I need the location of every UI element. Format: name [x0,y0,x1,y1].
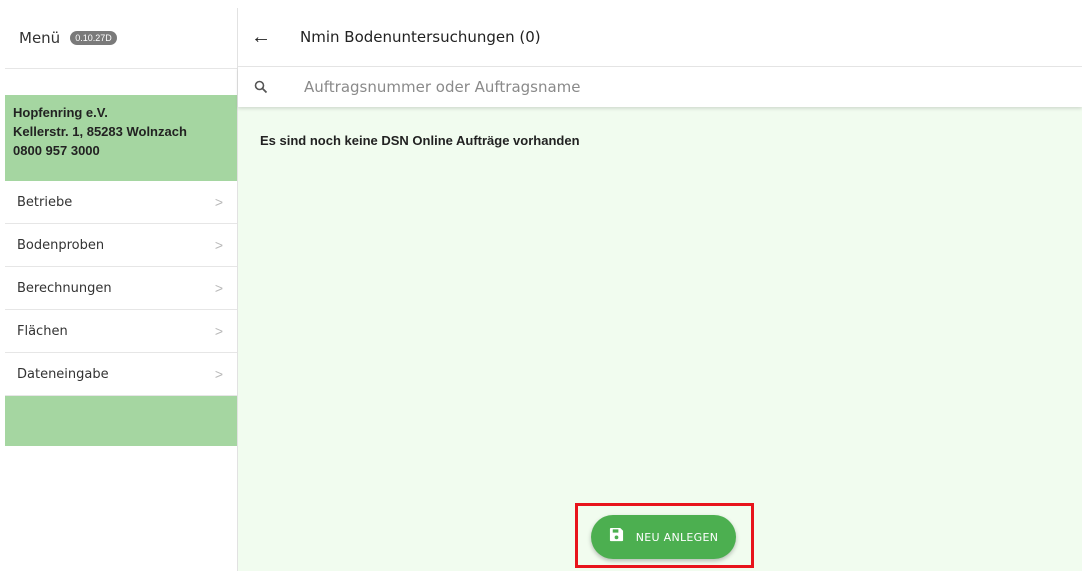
search-input[interactable] [302,77,906,97]
chevron-right-icon: > [214,237,223,253]
chevron-right-icon: > [214,280,223,296]
chevron-right-icon: > [214,194,223,210]
top-bar: ← Nmin Bodenuntersuchungen (0) [238,8,1082,67]
new-create-button[interactable]: NEU ANLEGEN [591,515,736,559]
sidebar-item-label: Berechnungen [17,280,112,296]
version-badge: 0.10.27D [70,31,117,45]
org-phone: 0800 957 3000 [13,143,100,158]
back-arrow-icon[interactable]: ← [238,26,284,49]
empty-state-message: Es sind noch keine DSN Online Aufträge v… [260,133,580,148]
sidebar-item-label: Flächen [17,323,68,339]
sidebar-item-label: Bodenproben [17,237,105,253]
organization-card: Hopfenring e.V. Kellerstr. 1, 85283 Woln… [5,95,237,181]
search-bar [238,67,1082,107]
org-address: Kellerstr. 1, 85283 Wolnzach [13,124,187,139]
save-icon [609,527,624,547]
menu-title: Menü [19,29,61,47]
sidebar-item-bodenproben[interactable]: Bodenproben > [5,224,237,267]
page-title: Nmin Bodenuntersuchungen (0) [300,28,541,46]
chevron-right-icon: > [214,323,223,339]
sidebar-header: Menü 0.10.27D [5,8,237,69]
sidebar-item-betriebe[interactable]: Betriebe > [5,181,237,224]
sidebar-item-label: Dateneingabe [17,366,109,382]
main-content: ← Nmin Bodenuntersuchungen (0) Es sind n… [238,8,1082,571]
search-icon [238,80,284,94]
sidebar-item-label: Betriebe [17,194,73,210]
sidebar-item-dateneingabe[interactable]: Dateneingabe > [5,353,237,396]
chevron-right-icon: > [214,366,223,382]
org-name: Hopfenring e.V. [13,105,108,120]
sidebar-item-flaechen[interactable]: Flächen > [5,310,237,353]
sidebar: Menü 0.10.27D Hopfenring e.V. Kellerstr.… [5,8,238,571]
sidebar-item-berechnungen[interactable]: Berechnungen > [5,267,237,310]
sidebar-footer [5,396,237,446]
new-create-label: NEU ANLEGEN [635,530,719,544]
